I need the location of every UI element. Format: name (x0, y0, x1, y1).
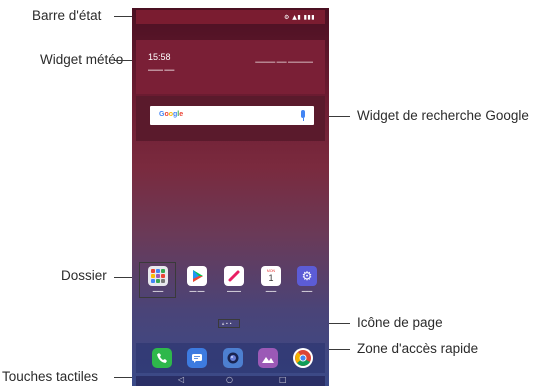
calendar-icon: MON 1 (261, 266, 281, 286)
app-quickmemo[interactable]: ▬▬▬▬ (219, 262, 249, 293)
gallery-icon[interactable] (258, 348, 278, 368)
google-logo: Google (159, 111, 184, 118)
pencil-icon (224, 266, 244, 286)
recents-key[interactable]: □ (279, 375, 287, 384)
soft-keys-label: Touches tactiles (2, 369, 99, 384)
app-settings[interactable]: ⚙ ▬▬▬ (292, 262, 322, 293)
quick-access-dock (136, 343, 325, 373)
app-calendar[interactable]: MON 1 ▬▬▬ (256, 262, 286, 293)
microphone-icon[interactable] (301, 110, 305, 121)
chrome-icon[interactable] (293, 348, 313, 368)
phone-home-screen: ⚙ ▲▮ ▮▮▮ 15:58 ▬▬▬ ▬▬ ▬▬▬▬ ▬▬ ▬▬▬▬▬ Goog… (132, 8, 329, 386)
camera-icon[interactable] (223, 348, 243, 368)
page-dots-icon: ⌂ • • (222, 321, 232, 326)
page-indicator[interactable]: ⌂ • • (218, 319, 240, 328)
folder-highlight (139, 262, 176, 298)
status-bar-label: Barre d'état (32, 8, 102, 23)
gear-icon: ⚙ (297, 266, 317, 286)
message-icon[interactable] (187, 348, 207, 368)
home-key[interactable]: ○ (226, 375, 233, 384)
folder-label: Dossier (61, 268, 107, 283)
app-play-store[interactable]: ▬▬ ▬▬ (182, 262, 212, 293)
google-search-widget-label: Widget de recherche Google (357, 108, 529, 123)
weather-time: 15:58 (148, 52, 171, 62)
status-bar: ⚙ ▲▮ ▮▮▮ (136, 10, 325, 24)
phone-icon[interactable] (152, 348, 172, 368)
back-key[interactable]: ◁ (178, 375, 184, 384)
google-search-widget: Google (136, 96, 325, 141)
google-search-bar[interactable]: Google (150, 106, 314, 125)
calendar-month: MON (266, 269, 276, 273)
app-label: ▬▬▬ (301, 289, 313, 293)
weather-widget-label: Widget météo (40, 52, 124, 67)
play-store-icon (187, 266, 207, 286)
weather-date: ▬▬▬ ▬▬ (148, 67, 175, 73)
status-icons: ⚙ ▲▮ ▮▮▮ (283, 14, 315, 21)
app-label: ▬▬▬▬ (227, 289, 241, 293)
app-label: ▬▬ ▬▬ (189, 289, 205, 293)
quick-access-label: Zone d'accès rapide (357, 341, 479, 356)
page-icon-label: Icône de page (357, 315, 443, 330)
weather-info: ▬▬▬▬ ▬▬ ▬▬▬▬▬ (255, 59, 313, 65)
calendar-day: 1 (268, 273, 274, 283)
soft-keys-bar: ◁ ○ □ (136, 375, 325, 386)
app-label: ▬▬▬ (265, 289, 277, 293)
weather-widget[interactable]: 15:58 ▬▬▬ ▬▬ ▬▬▬▬ ▬▬ ▬▬▬▬▬ (136, 40, 325, 94)
